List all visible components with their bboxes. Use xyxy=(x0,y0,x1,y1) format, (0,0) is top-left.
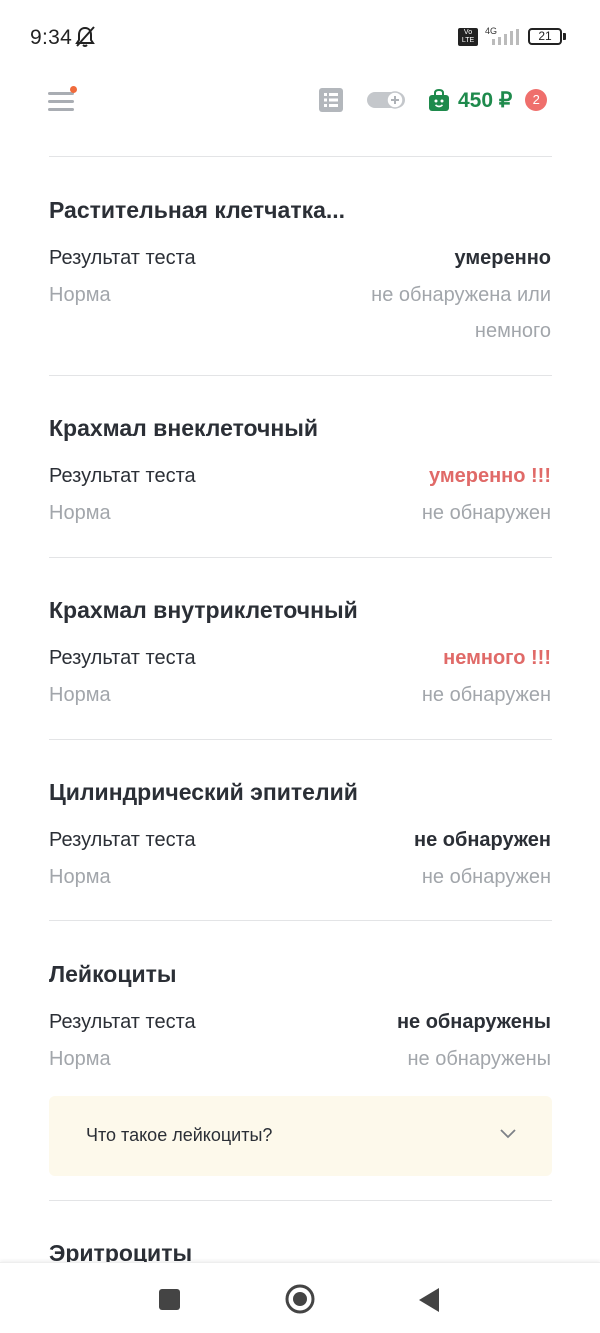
norm-value: не обнаружены xyxy=(407,1048,551,1070)
section-title: Лейкоциты xyxy=(49,961,177,987)
section-divider xyxy=(49,375,552,376)
back-button[interactable] xyxy=(418,1287,440,1313)
section-divider xyxy=(49,739,552,740)
result-label: Результат теста xyxy=(49,247,196,269)
list-view-icon[interactable] xyxy=(319,88,343,112)
section-divider xyxy=(49,1200,552,1201)
result-label: Результат теста xyxy=(49,1011,196,1033)
result-value: умеренно !!! xyxy=(428,465,551,487)
result-value: умеренно xyxy=(454,247,552,269)
section-title: Цилиндрический эпителий xyxy=(49,779,358,805)
status-time: 9:34 xyxy=(30,26,73,49)
norm-label: Норма xyxy=(49,684,111,706)
norm-value: не обнаружена или немного xyxy=(371,284,551,342)
section-title: Крахмал внеклеточный xyxy=(49,415,319,441)
norm-value: не обнаружен xyxy=(421,684,551,706)
section-title: Растительная клетчатка... xyxy=(49,197,346,223)
cart-count-badge: 2 xyxy=(525,89,548,111)
norm-label: Норма xyxy=(49,284,111,306)
recent-apps-button[interactable] xyxy=(159,1289,180,1310)
result-label: Результат теста xyxy=(49,829,196,851)
result-value: не обнаружен xyxy=(414,829,551,851)
section-divider xyxy=(49,156,552,157)
norm-label: Норма xyxy=(49,502,111,524)
signal-icon xyxy=(492,29,519,45)
cart-price: 450 ₽ xyxy=(458,88,513,112)
menu-line xyxy=(48,92,74,95)
menu-line xyxy=(48,108,74,111)
volte-icon: Vo LTE xyxy=(458,28,478,46)
norm-value: не обнаружен xyxy=(421,502,551,524)
norm-value: не обнаружен xyxy=(421,866,551,888)
norm-label: Норма xyxy=(49,1048,111,1070)
norm-label: Норма xyxy=(49,866,111,888)
info-accordion[interactable]: Что такое лейкоциты? xyxy=(49,1096,552,1176)
result-value: не обнаружены xyxy=(396,1011,551,1033)
notification-dot xyxy=(70,86,77,93)
system-nav-bar xyxy=(0,1262,600,1333)
result-label: Результат теста xyxy=(49,465,196,487)
chevron-down-icon xyxy=(500,1129,516,1139)
battery-icon: 21 xyxy=(528,28,562,45)
menu-line xyxy=(48,100,74,103)
section-divider xyxy=(49,920,552,921)
section-title: Крахмал внутриклеточный xyxy=(49,597,358,623)
status-bar: 9:34 Vo LTE 4G 21 xyxy=(0,0,600,70)
cart-button[interactable]: 450 ₽ 2 xyxy=(429,87,548,113)
home-button[interactable] xyxy=(284,1283,316,1315)
battery-tip xyxy=(563,33,566,40)
section-divider xyxy=(49,557,552,558)
bell-off-icon xyxy=(75,26,95,47)
app-header: 450 ₽ 2 xyxy=(0,70,600,130)
result-label: Результат теста xyxy=(49,647,196,669)
toggle-add-icon[interactable] xyxy=(367,90,405,110)
shopping-bag-icon xyxy=(429,89,449,111)
result-value: немного !!! xyxy=(443,647,551,669)
info-accordion-label: Что такое лейкоциты? xyxy=(86,1125,273,1145)
menu-button[interactable] xyxy=(48,86,77,112)
